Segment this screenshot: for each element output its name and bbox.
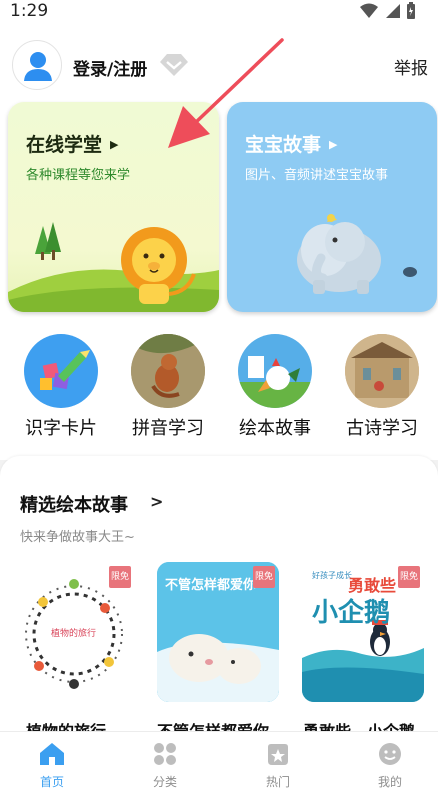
tab-hot[interactable]: 热门: [243, 732, 313, 789]
category-pinyin[interactable]: 拼音学习: [118, 334, 218, 444]
category-label: 拼音学习: [132, 418, 204, 439]
login-register-link[interactable]: 登录/注册: [73, 55, 147, 80]
wifi-icon: [360, 3, 378, 18]
book-card[interactable]: 植物的旅行 限免: [13, 562, 135, 702]
status-time: 1:29: [10, 1, 49, 21]
free-badge: 限免: [253, 566, 275, 588]
hot-icon: [268, 744, 288, 765]
ancient-poems-icon: [345, 334, 419, 408]
book-card[interactable]: 不管怎样都爱你 限免: [157, 562, 279, 702]
book-cover-title-main: 小企鹅: [312, 598, 391, 628]
book-card[interactable]: 好孩子成长 勇敢些 小企鹅 限免: [302, 562, 424, 702]
category-label: 识字卡片: [25, 418, 97, 439]
tab-profile[interactable]: 我的: [355, 732, 425, 789]
tab-category[interactable]: 分类: [130, 732, 200, 789]
pinyin-learning-icon: [131, 334, 205, 408]
book-title[interactable]: 勇敢些，小企鹅: [303, 718, 415, 731]
bottom-tab-bar: 首页 分类 热门 我的: [0, 731, 438, 789]
free-badge: 限免: [109, 566, 131, 588]
vip-diamond-icon[interactable]: [158, 52, 190, 78]
book-title[interactable]: 植物的旅行: [26, 718, 106, 731]
battery-icon: [407, 2, 415, 19]
home-icon: [40, 743, 64, 765]
book-cover-title: 植物的旅行: [51, 629, 97, 639]
book-cover-series: 好孩子成长: [312, 571, 352, 580]
featured-books-section: 精选绘本故事 > 快来争做故事大王~ 植物的旅行 限免 不管怎样都爱你 限免 好…: [0, 456, 438, 731]
online-school-card[interactable]: 在线学堂 ▶ 各种课程等您来学: [8, 102, 219, 312]
section-title[interactable]: 精选绘本故事: [20, 491, 128, 517]
baby-stories-card[interactable]: 宝宝故事 ▶ 图片、音频讲述宝宝故事: [227, 102, 437, 312]
category-picture-books[interactable]: 绘本故事: [225, 334, 325, 444]
tab-label: 热门: [265, 775, 290, 789]
category-label: 绘本故事: [239, 418, 311, 439]
header: 登录/注册 举报: [0, 26, 438, 100]
book-cover-title: 不管怎样都爱你: [165, 578, 257, 593]
book-title[interactable]: 不管怎样都爱你: [157, 718, 269, 731]
signal-icon: [386, 4, 400, 18]
report-button[interactable]: 举报: [394, 54, 428, 79]
category-ancient-poems[interactable]: 古诗学习: [332, 334, 432, 444]
free-badge: 限免: [398, 566, 420, 588]
tab-home[interactable]: 首页: [17, 732, 87, 789]
lion-illustration: [8, 222, 219, 312]
tab-label: 分类: [152, 775, 177, 789]
trees: [35, 222, 61, 260]
profile-icon: [379, 743, 401, 765]
elephant-illustration: [297, 214, 417, 294]
tab-label: 我的: [377, 775, 402, 789]
avatar[interactable]: [12, 40, 62, 90]
section-subtitle: 快来争做故事大王~: [20, 530, 135, 545]
tab-label: 首页: [39, 775, 64, 789]
category-literacy-cards[interactable]: 识字卡片: [11, 334, 111, 444]
status-bar: 1:29: [0, 0, 438, 26]
picture-books-icon: [238, 334, 312, 408]
status-icons: [360, 2, 416, 20]
section-more-chevron[interactable]: >: [150, 492, 163, 511]
default-avatar-icon: [24, 52, 52, 81]
grid-icon: [154, 743, 176, 765]
category-row: 识字卡片 拼音学习 绘本故事 古诗学习: [0, 334, 438, 444]
literacy-cards-icon: [24, 334, 98, 408]
category-label: 古诗学习: [346, 418, 418, 439]
